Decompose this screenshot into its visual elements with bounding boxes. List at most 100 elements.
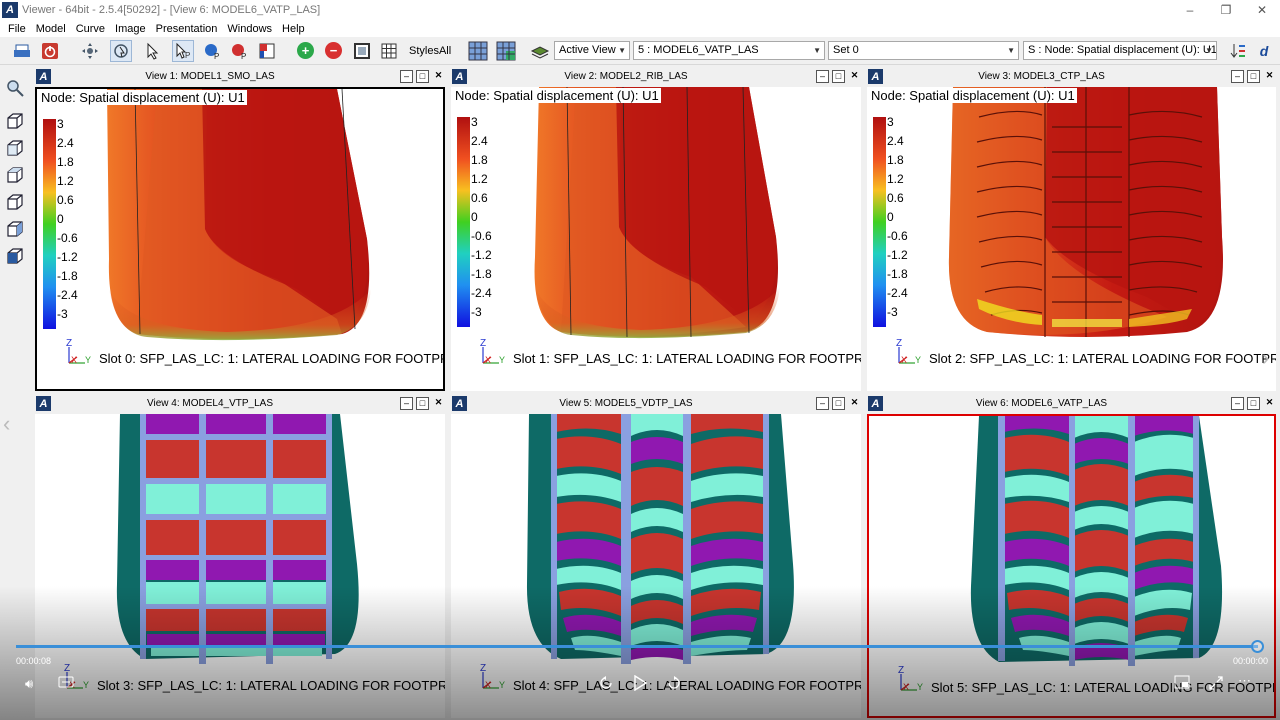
maximize-icon[interactable]: ❐	[1208, 0, 1244, 20]
miniplayer-icon[interactable]	[1174, 675, 1190, 692]
view-title: View 1: MODEL1_SMO_LAS	[145, 71, 275, 82]
tire-tread-model	[526, 414, 794, 664]
video-progress-bar[interactable]	[16, 645, 1258, 648]
view-back-icon[interactable]	[5, 138, 25, 158]
menu-windows[interactable]: Windows	[227, 23, 272, 35]
grid-view-icon[interactable]	[378, 40, 400, 62]
model-select[interactable]: 5 : MODEL6_VATP_LAS ▼	[633, 41, 825, 60]
viewport-canvas[interactable]: Node: Spatial displacement (U): U1 3 2.4…	[451, 87, 861, 391]
layout-grid-alt-icon[interactable]	[495, 40, 517, 62]
single-view-icon[interactable]	[351, 40, 373, 62]
triad-x: X	[485, 355, 491, 365]
viewport-canvas[interactable]: Z X Y Slot 4: SFP_LAS_LC: 1: LATERAL LOA…	[451, 414, 861, 718]
active-view-select[interactable]: Active View ▼	[554, 41, 630, 60]
power-icon[interactable]	[39, 40, 61, 62]
select-cursor-icon[interactable]	[141, 40, 163, 62]
view-title: View 5: MODEL5_VDTP_LAS	[559, 398, 693, 409]
legend-tick: 2.4	[471, 134, 488, 148]
maximize-icon[interactable]: □	[832, 397, 845, 410]
probe-red-icon[interactable]: P	[228, 40, 250, 62]
pan-icon[interactable]	[79, 40, 101, 62]
view-3[interactable]: A View 3: MODEL3_CTP_LAS – □ ✕ Node: Spa…	[865, 67, 1278, 393]
maximize-icon[interactable]: □	[416, 70, 429, 83]
viewport-canvas[interactable]: Node: Spatial displacement (U): U1 3 2.4…	[867, 87, 1276, 391]
maximize-icon[interactable]: □	[832, 70, 845, 83]
minimize-icon[interactable]: –	[400, 397, 413, 410]
view-4[interactable]: A View 4: MODEL4_VTP_LAS – □ ✕ Z X Y Slo…	[33, 394, 447, 720]
legend-tick: -1.8	[471, 267, 492, 281]
minimize-icon[interactable]: –	[1231, 70, 1244, 83]
view-1[interactable]: A View 1: MODEL1_SMO_LAS – □ ✕ Node: Spa…	[33, 67, 447, 393]
set-select-value: Set 0	[833, 44, 859, 56]
maximize-icon[interactable]: □	[1247, 70, 1260, 83]
more-options-icon[interactable]: ⋯	[1238, 673, 1251, 689]
triad-y: Y	[499, 355, 505, 365]
chevron-right-icon[interactable]: ›	[1262, 345, 1269, 371]
video-scrubber-knob[interactable]	[1251, 640, 1264, 653]
volume-icon[interactable]: 🔊︎	[25, 676, 33, 692]
triad-y: Y	[85, 355, 91, 365]
fullscreen-icon[interactable]	[1208, 675, 1224, 694]
rotate-icon[interactable]	[110, 40, 132, 62]
color-legend-bar	[457, 117, 470, 327]
viewport-canvas[interactable]: Z X Y Slot 5: SFP_LAS_LC: 1: LATERAL LOA…	[867, 414, 1276, 718]
legend-tick: -1.8	[57, 269, 78, 283]
variable-label: Node: Spatial displacement (U): U1	[453, 88, 661, 103]
menu-image[interactable]: Image	[115, 23, 146, 35]
grid-select-icon[interactable]	[256, 40, 278, 62]
chevron-left-icon[interactable]: ‹	[3, 411, 10, 437]
menu-file[interactable]: File	[8, 23, 26, 35]
print-icon[interactable]	[11, 40, 33, 62]
svg-text:P: P	[214, 52, 219, 60]
styles-all-label[interactable]: StylesAll	[409, 45, 451, 57]
minimize-icon[interactable]: –	[1231, 397, 1244, 410]
close-icon[interactable]: ✕	[848, 70, 861, 83]
remove-icon[interactable]: −	[325, 42, 342, 59]
layer-icon[interactable]	[529, 40, 551, 62]
view-2[interactable]: A View 2: MODEL2_RIB_LAS – □ ✕ Node: Spa…	[449, 67, 863, 393]
minimize-icon[interactable]: –	[816, 397, 829, 410]
menu-help[interactable]: Help	[282, 23, 305, 35]
legend-tick: 0	[887, 210, 894, 224]
axis-triad-icon: Z X Y	[480, 338, 505, 365]
viewport-canvas[interactable]: Z X Y Slot 3: SFP_LAS_LC: 1: LATERAL LOA…	[35, 414, 445, 718]
zoom-icon[interactable]	[5, 78, 25, 98]
close-icon[interactable]: ✕	[848, 397, 861, 410]
minimize-icon[interactable]: –	[1172, 0, 1208, 20]
d-tool-icon[interactable]: d	[1253, 40, 1275, 62]
close-icon[interactable]: ✕	[1244, 0, 1280, 20]
view-5[interactable]: A View 5: MODEL5_VDTP_LAS – □ ✕ Z X Y Sl…	[449, 394, 863, 720]
minimize-icon[interactable]: –	[400, 70, 413, 83]
play-icon[interactable]	[633, 674, 648, 694]
pick-icon[interactable]: P	[172, 40, 194, 62]
view-bottom-icon[interactable]	[5, 192, 25, 212]
maximize-icon[interactable]: □	[416, 397, 429, 410]
legend-tick: 1.2	[57, 174, 74, 188]
svg-text:P: P	[185, 51, 190, 60]
close-icon[interactable]: ✕	[432, 397, 445, 410]
forward-10-icon[interactable]	[666, 675, 682, 694]
captions-icon[interactable]	[58, 675, 74, 692]
view-top-icon[interactable]	[5, 165, 25, 185]
add-icon[interactable]: +	[297, 42, 314, 59]
minimize-icon[interactable]: –	[816, 70, 829, 83]
set-select[interactable]: Set 0 ▼	[828, 41, 1019, 60]
menu-presentation[interactable]: Presentation	[156, 23, 218, 35]
menu-curve[interactable]: Curve	[76, 23, 105, 35]
view-title-bar: A View 6: MODEL6_VATP_LAS – □ ✕	[865, 394, 1278, 414]
view-iso-icon[interactable]	[5, 246, 25, 266]
menu-model[interactable]: Model	[36, 23, 66, 35]
close-icon[interactable]: ✕	[432, 70, 445, 83]
view-6[interactable]: A View 6: MODEL6_VATP_LAS – □ ✕ Z X Y Sl…	[865, 394, 1278, 720]
close-icon[interactable]: ✕	[1263, 397, 1276, 410]
probe-icon[interactable]: P	[201, 40, 223, 62]
viewport-canvas[interactable]: Node: Spatial displacement (U): U1 3 2.4…	[35, 87, 445, 391]
view-side-icon[interactable]	[5, 219, 25, 239]
rewind-10-icon[interactable]	[598, 675, 614, 694]
variable-select[interactable]: S : Node: Spatial displacement (U): U1 ▼	[1023, 41, 1217, 60]
layout-grid-icon[interactable]	[467, 40, 489, 62]
maximize-icon[interactable]: □	[1247, 397, 1260, 410]
close-icon[interactable]: ✕	[1263, 70, 1276, 83]
sort-icon[interactable]	[1227, 40, 1249, 62]
view-front-icon[interactable]	[5, 111, 25, 131]
